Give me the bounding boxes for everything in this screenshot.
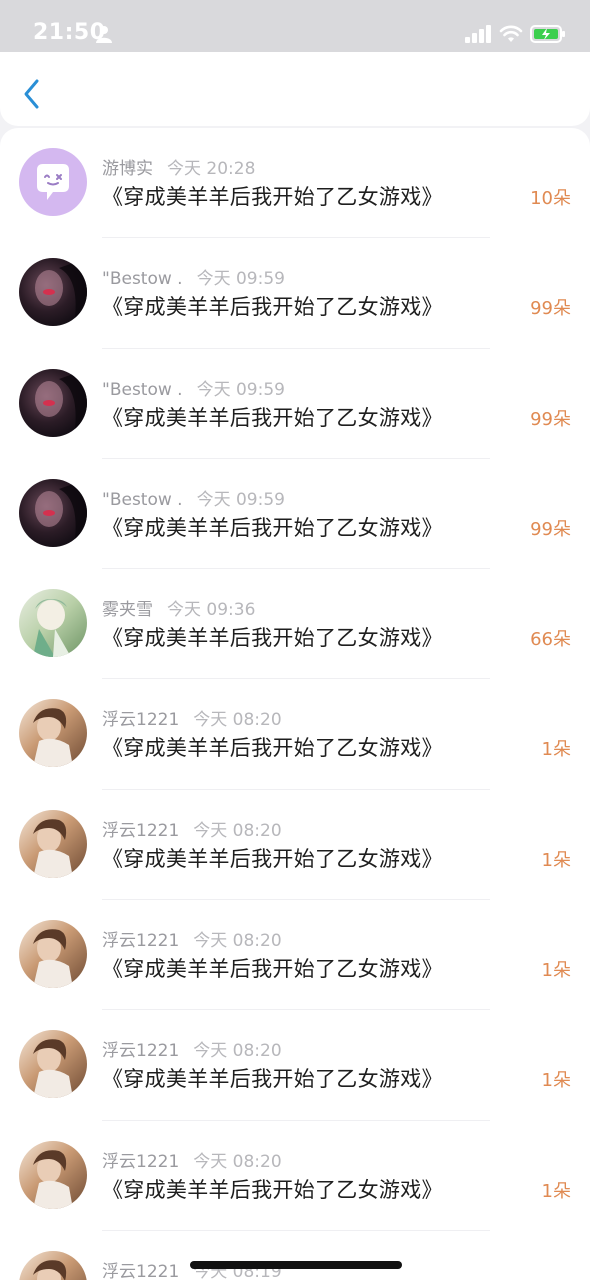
nav-bar — [0, 52, 590, 126]
book-title: 《穿成美羊羊后我开始了乙女游戏》 — [102, 185, 443, 209]
user-name[interactable]: 浮云1221 — [102, 1152, 179, 1172]
avatar[interactable] — [19, 1250, 87, 1280]
user-name[interactable]: "Bestow . — [102, 269, 183, 289]
list-item[interactable]: 浮云1221 今天 08:20 《穿成美羊羊后我开始了乙女游戏》 1朵 — [0, 900, 590, 1011]
cellular-signal-icon — [465, 25, 491, 43]
battery-charging-icon — [530, 25, 565, 43]
item-meta: "Bestow . 今天 09:59 — [102, 485, 285, 510]
flower-count: 1朵 — [541, 1070, 571, 1092]
item-meta: 浮云1221 今天 08:20 — [102, 705, 282, 730]
item-meta: 浮云1221 今天 08:20 — [102, 926, 282, 951]
wifi-icon — [499, 25, 523, 42]
user-name[interactable]: 雾夹雪 — [102, 600, 153, 620]
avatar[interactable] — [19, 148, 87, 216]
book-title: 《穿成美羊羊后我开始了乙女游戏》 — [102, 736, 443, 761]
list-item[interactable]: 浮云1221 今天 08:20 《穿成美羊羊后我开始了乙女游戏》 1朵 — [0, 1010, 590, 1121]
timestamp: 今天 08:20 — [193, 710, 282, 731]
timestamp: 今天 09:59 — [196, 269, 285, 290]
user-name[interactable]: "Bestow . — [102, 490, 183, 510]
flower-count: 1朵 — [541, 739, 571, 761]
book-title: 《穿成美羊羊后我开始了乙女游戏》 — [102, 846, 443, 871]
back-button[interactable] — [14, 72, 50, 116]
avatar[interactable] — [19, 589, 87, 658]
person-icon — [96, 26, 112, 43]
book-title: 《穿成美羊羊后我开始了乙女游戏》 — [102, 515, 443, 540]
timestamp: 今天 09:59 — [196, 489, 285, 510]
list-item[interactable]: "Bestow . 今天 09:59 《穿成美羊羊后我开始了乙女游戏》 99朵 — [0, 238, 590, 349]
avatar[interactable] — [19, 258, 87, 327]
flower-count: 66朵 — [530, 629, 571, 651]
flower-count: 99朵 — [530, 298, 571, 320]
book-title: 《穿成美羊羊后我开始了乙女游戏》 — [102, 405, 443, 430]
timestamp: 今天 08:20 — [193, 931, 282, 952]
item-meta: 浮云1221 今天 08:20 — [102, 816, 282, 841]
avatar[interactable] — [19, 478, 87, 547]
list-item[interactable]: 浮云1221 今天 08:20 《穿成美羊羊后我开始了乙女游戏》 1朵 — [0, 679, 590, 791]
timestamp: 今天 20:28 — [167, 159, 256, 179]
item-meta: "Bestow . 今天 09:59 — [102, 375, 285, 400]
status-time: 21:50 — [33, 20, 106, 45]
avatar[interactable] — [19, 368, 87, 437]
user-name[interactable]: 浮云1221 — [102, 821, 179, 841]
home-indicator[interactable] — [190, 1261, 402, 1269]
flower-count: 1朵 — [541, 960, 571, 982]
avatar[interactable] — [19, 699, 87, 768]
list-item[interactable]: 雾夹雪 今天 09:36 《穿成美羊羊后我开始了乙女游戏》 66朵 — [0, 569, 590, 680]
user-name[interactable]: 浮云1221 — [102, 1041, 179, 1061]
timestamp: 今天 09:36 — [167, 600, 256, 621]
flower-count: 1朵 — [541, 1180, 571, 1202]
list-item[interactable]: 浮云1221 今天 08:19 — [0, 1231, 590, 1280]
user-name[interactable]: 浮云1221 — [102, 710, 179, 730]
list-item[interactable]: "Bestow . 今天 09:59 《穿成美羊羊后我开始了乙女游戏》 99朵 — [0, 349, 590, 460]
list-item[interactable]: "Bestow . 今天 09:59 《穿成美羊羊后我开始了乙女游戏》 99朵 — [0, 459, 590, 570]
book-title: 《穿成美羊羊后我开始了乙女游戏》 — [102, 1067, 443, 1092]
flower-count: 99朵 — [530, 518, 571, 540]
flower-count: 10朵 — [530, 188, 571, 209]
timestamp: 今天 08:20 — [193, 1151, 282, 1172]
status-bar: 21:50 — [0, 0, 590, 52]
avatar[interactable] — [19, 1140, 87, 1209]
user-name[interactable]: 游博实 — [102, 159, 153, 179]
avatar[interactable] — [19, 809, 87, 878]
chevron-left-icon — [24, 79, 39, 109]
item-meta: 浮云1221 今天 08:20 — [102, 1036, 282, 1061]
gift-record-list: 游博实 今天 20:28 《穿成美羊羊后我开始了乙女游戏》 10朵 "Bestow . 今… — [0, 128, 590, 1280]
flower-count: 1朵 — [541, 849, 571, 871]
screen: 21:50 游博实 今天 20:28 《穿成美羊羊后我开始了乙女游戏》 10朵 … — [0, 0, 590, 1280]
user-name[interactable]: 浮云1221 — [102, 931, 179, 951]
book-title: 《穿成美羊羊后我开始了乙女游戏》 — [102, 295, 443, 320]
timestamp: 今天 09:59 — [196, 379, 285, 400]
item-meta: 游博实 今天 20:28 — [102, 154, 255, 179]
item-meta: 雾夹雪 今天 09:36 — [102, 595, 255, 620]
list-item[interactable]: 浮云1221 今天 08:20 《穿成美羊羊后我开始了乙女游戏》 1朵 — [0, 1121, 590, 1232]
list-item[interactable]: 游博实 今天 20:28 《穿成美羊羊后我开始了乙女游戏》 10朵 — [0, 128, 590, 239]
timestamp: 今天 08:20 — [193, 820, 282, 841]
book-title: 《穿成美羊羊后我开始了乙女游戏》 — [102, 1177, 443, 1202]
book-title: 《穿成美羊羊后我开始了乙女游戏》 — [102, 957, 443, 982]
avatar[interactable] — [19, 920, 87, 989]
book-title: 《穿成美羊羊后我开始了乙女游戏》 — [102, 626, 443, 651]
timestamp: 今天 08:20 — [193, 1041, 282, 1062]
user-name[interactable]: 浮云1221 — [102, 1262, 179, 1280]
flower-count: 99朵 — [530, 408, 571, 430]
item-meta: "Bestow . 今天 09:59 — [102, 264, 285, 289]
user-name[interactable]: "Bestow . — [102, 380, 183, 400]
avatar[interactable] — [19, 1030, 87, 1099]
list-item[interactable]: 浮云1221 今天 08:20 《穿成美羊羊后我开始了乙女游戏》 1朵 — [0, 790, 590, 901]
item-meta: 浮云1221 今天 08:20 — [102, 1147, 282, 1172]
